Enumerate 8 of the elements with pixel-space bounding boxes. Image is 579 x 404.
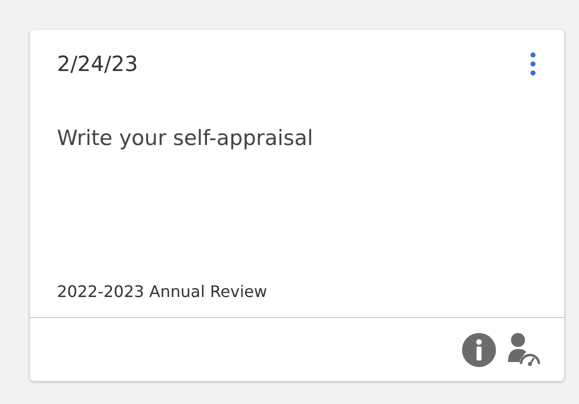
more-options-icon <box>530 52 536 76</box>
person-gauge-button[interactable] <box>508 332 540 368</box>
due-date: 2/24/23 <box>57 52 138 76</box>
task-title: Write your self-appraisal <box>57 126 314 150</box>
person-gauge-icon <box>508 332 540 368</box>
review-name: 2022-2023 Annual Review <box>57 282 268 301</box>
info-icon <box>462 332 496 366</box>
info-button[interactable] <box>462 332 496 366</box>
